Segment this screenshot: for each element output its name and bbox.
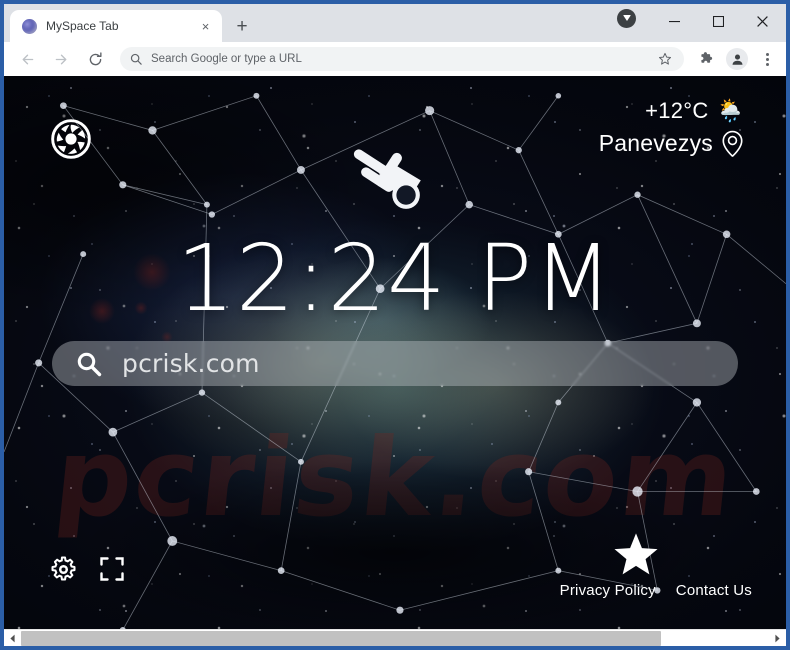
ntp-search-bar[interactable]: pcrisk.com xyxy=(52,341,738,386)
weather-city: Panevezys xyxy=(598,130,713,156)
weather-condition-icon: 🌦️ xyxy=(716,98,744,123)
gear-icon[interactable] xyxy=(50,556,77,583)
star-filled-icon[interactable] xyxy=(560,532,752,576)
browser-window: MySpace Tab × + Search Google or type a … xyxy=(0,0,790,650)
favicon-icon xyxy=(22,18,37,34)
reload-icon[interactable] xyxy=(81,45,109,73)
minimize-button[interactable] xyxy=(652,4,696,38)
privacy-policy-link[interactable]: Privacy Policy xyxy=(560,582,656,599)
avatar xyxy=(726,48,748,70)
browser-tab[interactable]: MySpace Tab × xyxy=(10,10,222,42)
page-viewport: pcrisk.com xyxy=(4,76,786,646)
weather-temperature-row: +12°C 🌦️ xyxy=(599,98,744,124)
aperture-shutter-logo-icon[interactable] xyxy=(49,117,93,161)
search-icon xyxy=(130,53,142,65)
weather-city-row: Panevezys xyxy=(599,130,744,157)
contact-us-link[interactable]: Contact Us xyxy=(676,582,752,599)
ntp-search-input[interactable]: pcrisk.com xyxy=(122,349,260,378)
fullscreen-expand-icon[interactable] xyxy=(99,556,126,583)
ntp-bottom-right: Privacy Policy Contact Us xyxy=(560,532,752,599)
three-dot-menu-icon[interactable] xyxy=(754,46,780,72)
tab-close-icon[interactable]: × xyxy=(197,18,214,35)
weather-temperature: +12°C xyxy=(645,98,709,123)
bookmark-star-icon[interactable] xyxy=(658,52,672,66)
ntp-footer-links: Privacy Policy Contact Us xyxy=(560,582,752,599)
tab-strip: MySpace Tab × + xyxy=(4,4,786,42)
maximize-button[interactable] xyxy=(696,4,740,38)
tab-search-glyph xyxy=(622,15,631,21)
ntp-bottom-left-controls xyxy=(50,556,126,583)
location-pin-icon[interactable] xyxy=(721,130,744,157)
address-bar[interactable]: Search Google or type a URL xyxy=(120,47,684,71)
forward-arrow-icon[interactable] xyxy=(47,45,75,73)
dot xyxy=(765,57,769,61)
horizontal-scrollbar[interactable] xyxy=(4,629,786,646)
extensions-puzzle-icon[interactable] xyxy=(694,46,720,72)
new-tab-page: pcrisk.com xyxy=(4,76,786,629)
tab-title: MySpace Tab xyxy=(46,19,119,33)
new-tab-button[interactable]: + xyxy=(228,12,256,40)
dot xyxy=(765,52,769,56)
magnifier-icon xyxy=(76,351,102,377)
weather-widget[interactable]: +12°C 🌦️ Panevezys xyxy=(599,98,744,157)
scroll-left-arrow[interactable] xyxy=(4,630,21,647)
close-button[interactable] xyxy=(740,4,784,38)
browser-toolbar: Search Google or type a URL xyxy=(4,42,786,76)
back-arrow-icon[interactable] xyxy=(13,45,41,73)
window-controls xyxy=(617,4,786,42)
scrollbar-track[interactable] xyxy=(21,629,769,646)
dot xyxy=(765,62,769,66)
ntp-overlay: +12°C 🌦️ Panevezys 12:24 PM pcrisk.com P… xyxy=(4,76,786,629)
scroll-right-arrow[interactable] xyxy=(769,630,786,647)
clock-display: 12:24 PM xyxy=(176,225,614,332)
profile-avatar[interactable] xyxy=(724,46,750,72)
comet-icon xyxy=(352,149,438,219)
scrollbar-thumb[interactable] xyxy=(21,630,661,646)
tab-search-icon[interactable] xyxy=(617,8,636,28)
address-bar-placeholder: Search Google or type a URL xyxy=(151,53,302,65)
